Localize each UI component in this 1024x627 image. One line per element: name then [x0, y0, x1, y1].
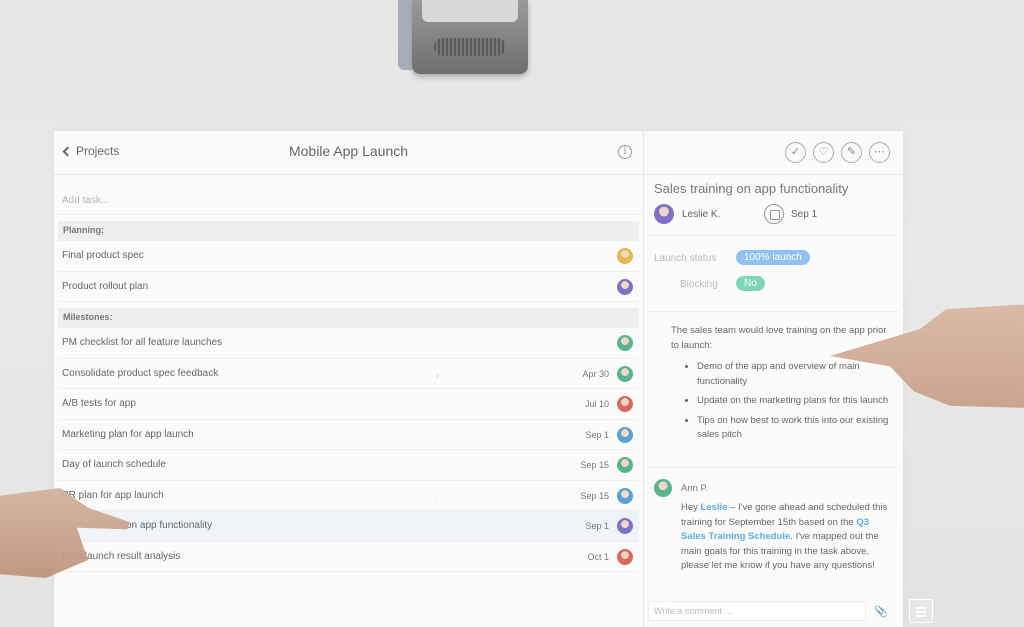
- menu-icon[interactable]: [909, 599, 933, 623]
- task-row[interactable]: Marketing plan for app launch Sep 1: [58, 420, 639, 450]
- assignee-avatar: [617, 335, 633, 351]
- due-date: Sep 1: [585, 521, 609, 531]
- info-icon[interactable]: i: [618, 145, 632, 159]
- task-row-selected[interactable]: on app functionality Sep 1: [58, 511, 639, 542]
- add-task-input[interactable]: Add task...: [54, 175, 643, 215]
- assignee-avatar: [617, 278, 633, 295]
- assignee-avatar: [617, 396, 633, 412]
- projector-grille: [434, 38, 506, 56]
- detail-toolbar: ✓ ♡ ✎ ⋯: [644, 131, 903, 175]
- task-detail-pane: ✓ ♡ ✎ ⋯ Sales training on app functional…: [644, 131, 903, 627]
- assignee-avatar: [617, 457, 633, 473]
- section-header-planning: Planning:: [58, 221, 639, 241]
- task-name: Day of launch schedule: [62, 459, 166, 471]
- task-row[interactable]: PM checklist for all feature launches: [58, 328, 639, 359]
- task-row[interactable]: Product rollout plan: [58, 272, 639, 302]
- due-date: Sep 1: [585, 429, 609, 440]
- due-date: Sep 15: [580, 460, 609, 470]
- description-bullet: Demo of the app and overview of main fun…: [697, 360, 891, 389]
- task-description[interactable]: The sales team would love training on th…: [671, 324, 891, 448]
- commenter-avatar: [654, 479, 672, 497]
- task-row[interactable]: Consolidate product spec feedback › Apr …: [58, 359, 639, 389]
- assignee-avatar: [617, 487, 633, 504]
- task-row[interactable]: Post launch result analysis Oct 1: [58, 542, 639, 572]
- due-date: Jul 10: [584, 399, 609, 409]
- task-name: A/B tests for app: [62, 398, 136, 410]
- heart-icon[interactable]: ♡: [813, 142, 834, 163]
- field-label-blocking: Blocking: [680, 279, 718, 290]
- task-name: Marketing plan for app launch: [62, 428, 194, 440]
- assignee-avatar: [617, 518, 633, 534]
- projected-app: Projects Mobile App Launch i Add task...…: [54, 131, 903, 627]
- assignee-avatar: [654, 204, 674, 224]
- projector-device: [398, 0, 528, 74]
- description-bullet: Tips on how best to work this into our e…: [697, 414, 891, 443]
- task-name: Product rollout plan: [62, 280, 149, 292]
- task-name: Final product spec: [62, 250, 144, 262]
- pencil-icon[interactable]: ✎: [841, 142, 862, 163]
- task-row[interactable]: A/B tests for app Jul 10: [58, 389, 639, 420]
- drag-handle-dot: ›: [436, 370, 439, 380]
- divider: [648, 235, 899, 236]
- assignee-avatar: [617, 365, 633, 382]
- comment-input[interactable]: Write a comment ...: [648, 601, 866, 621]
- list-header: Projects Mobile App Launch i: [54, 131, 643, 175]
- due-date-value: Sep 1: [791, 208, 818, 220]
- more-icon[interactable]: ⋯: [869, 142, 890, 163]
- due-date: Apr 30: [582, 368, 609, 379]
- task-row[interactable]: PR plan for app launch : Sep 15: [58, 481, 639, 511]
- launch-status-pill[interactable]: 100% launch: [736, 250, 810, 265]
- due-date: Oct 1: [587, 551, 609, 562]
- task-name: Consolidate product spec feedback: [62, 367, 219, 379]
- projector-side: [398, 0, 412, 70]
- task-row[interactable]: Day of launch schedule Sep 15: [58, 450, 639, 481]
- due-date-chip[interactable]: Sep 1: [764, 204, 817, 224]
- divider: [648, 467, 899, 468]
- assignee-name: Leslie K.: [682, 208, 721, 220]
- comment-text: Hey: [681, 502, 701, 513]
- description-list: Demo of the app and overview of main fun…: [671, 360, 891, 443]
- due-date: Sep 15: [580, 490, 609, 501]
- task-list-pane: Projects Mobile App Launch i Add task...…: [54, 131, 644, 627]
- blocking-pill[interactable]: No: [736, 276, 765, 291]
- project-title: Mobile App Launch: [288, 143, 409, 159]
- assignee-avatar: [617, 248, 633, 264]
- assignee-avatar: [617, 426, 633, 443]
- task-name: PM checklist for all feature launches: [62, 337, 223, 349]
- comment-body: Hey Leslie – I've gone ahead and schedul…: [681, 501, 893, 574]
- task-title[interactable]: Sales training on app functionality: [654, 181, 848, 196]
- divider: [648, 311, 899, 312]
- commenter-name: Ann P.: [681, 483, 709, 494]
- check-icon[interactable]: ✓: [785, 142, 806, 163]
- assignee-avatar: [617, 548, 633, 565]
- mention-link[interactable]: Leslie: [701, 502, 728, 513]
- projector-lens: [422, 0, 518, 22]
- description-bullet: Update on the marketing plans for this l…: [697, 394, 891, 409]
- field-label-launch-status: Launch status: [654, 253, 717, 264]
- section-header-milestones: Milestones:: [58, 308, 639, 328]
- assignee-chip[interactable]: Leslie K.: [654, 204, 720, 224]
- paperclip-icon[interactable]: 📎: [874, 605, 888, 618]
- task-row[interactable]: Final product spec: [58, 241, 639, 272]
- calendar-icon: [764, 204, 784, 224]
- drag-handle-dot: :: [436, 492, 439, 502]
- task-name: PR plan for app launch: [62, 489, 164, 501]
